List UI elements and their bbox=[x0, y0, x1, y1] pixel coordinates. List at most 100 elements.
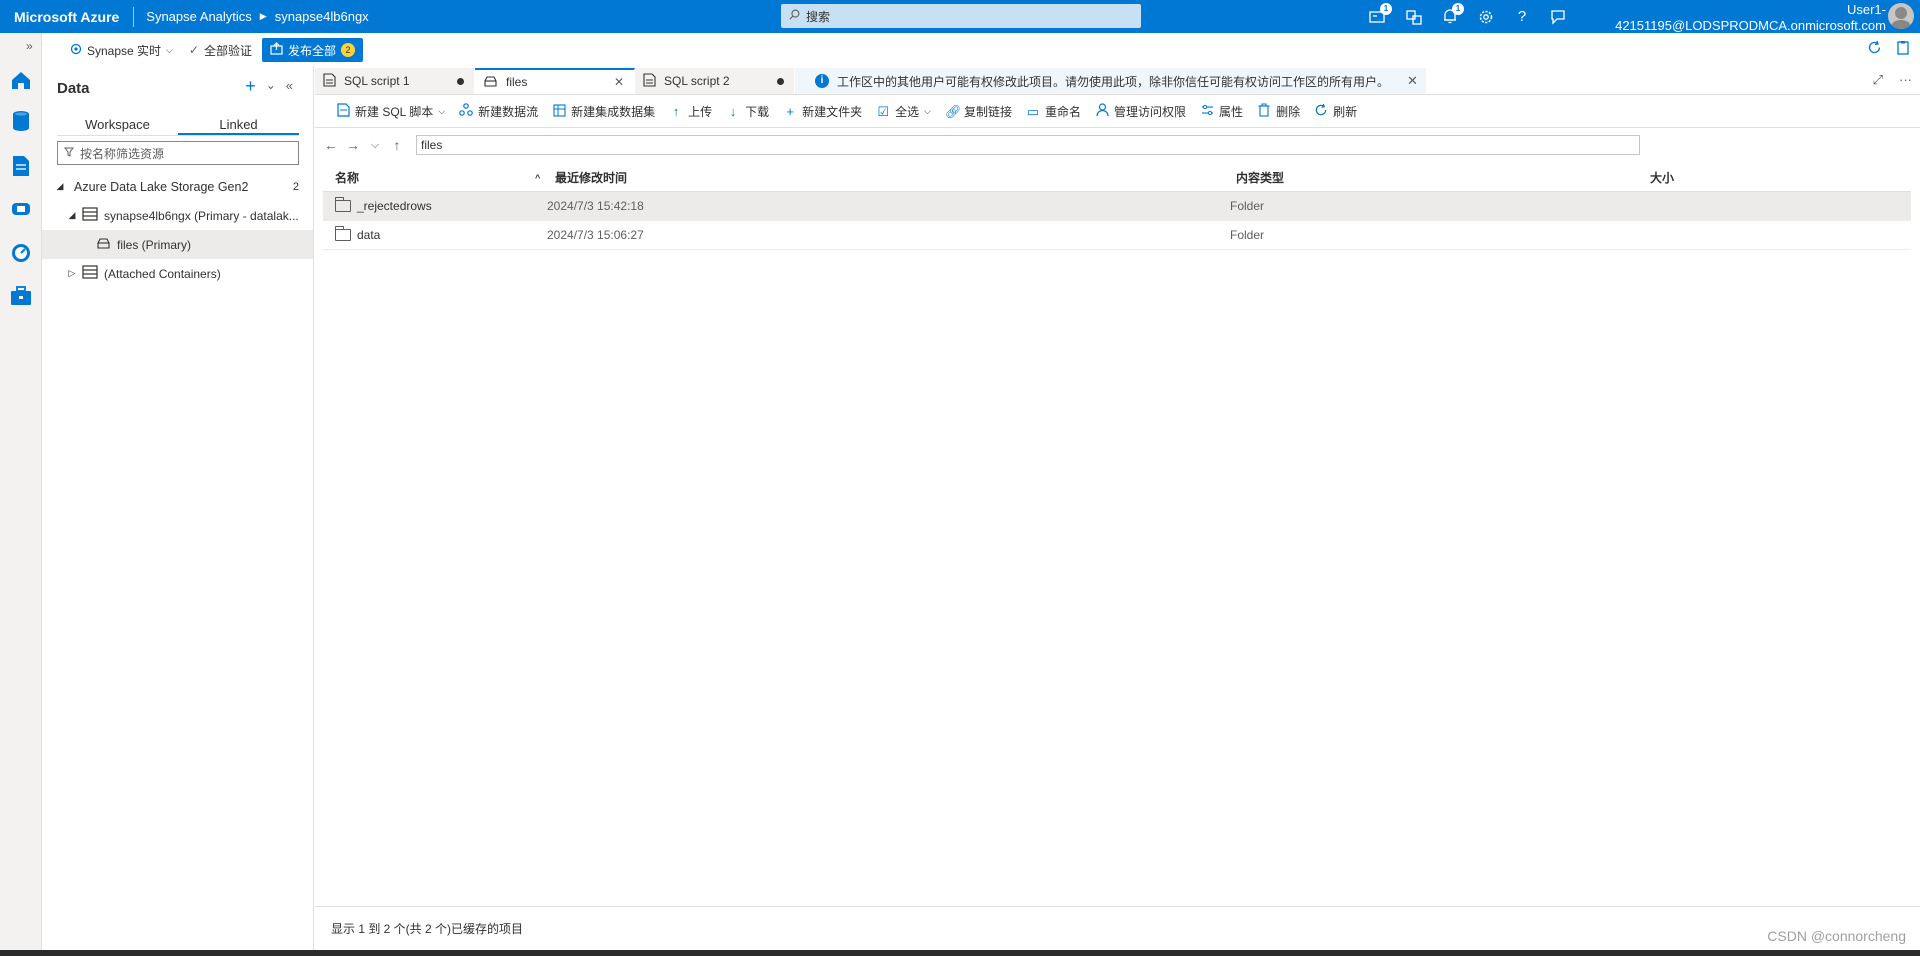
data-hub-icon[interactable] bbox=[8, 108, 34, 134]
caret-expanded-icon[interactable]: ◢ bbox=[66, 210, 78, 221]
delete-button[interactable]: 删除 bbox=[1257, 99, 1300, 125]
table-row[interactable]: _rejectedrows 2024/7/3 15:42:18 Folder bbox=[323, 192, 1911, 221]
column-header-name[interactable]: 名称 bbox=[335, 169, 359, 186]
info-icon: i bbox=[815, 74, 829, 88]
directory-switch-icon[interactable] bbox=[1402, 5, 1426, 29]
close-icon[interactable]: ✕ bbox=[614, 75, 624, 89]
new-sql-script-button[interactable]: 新建 SQL 脚本 ⌵ bbox=[336, 99, 445, 125]
filter-placeholder: 按名称筛选资源 bbox=[80, 146, 165, 161]
maximize-icon[interactable]: ⤢ bbox=[1873, 72, 1883, 88]
new-dataflow-button[interactable]: 新建数据流 bbox=[459, 99, 538, 125]
validate-all-button[interactable]: ✓ 全部验证 bbox=[183, 38, 258, 62]
tab-label: SQL script 1 bbox=[344, 74, 410, 88]
integrate-hub-icon[interactable] bbox=[8, 196, 34, 222]
bell-icon[interactable]: 1 bbox=[1438, 2, 1464, 29]
copy-link-label: 复制链接 bbox=[964, 105, 1013, 119]
column-header-modified[interactable]: 最近修改时间 bbox=[555, 169, 627, 186]
search-input[interactable]: 搜索 bbox=[781, 4, 1141, 28]
develop-hub-icon[interactable] bbox=[8, 153, 34, 179]
table-row[interactable]: data 2024/7/3 15:06:27 Folder bbox=[323, 221, 1911, 250]
clipboard-icon[interactable] bbox=[1896, 40, 1910, 58]
upload-label: 上传 bbox=[688, 105, 713, 119]
properties-button[interactable]: 属性 bbox=[1200, 99, 1243, 125]
monitor-hub-icon[interactable] bbox=[8, 240, 34, 266]
tree-group-count: 2 bbox=[292, 180, 299, 193]
filter-input[interactable]: 按名称筛选资源 bbox=[57, 141, 299, 165]
column-header-size[interactable]: 大小 bbox=[1650, 169, 1674, 186]
tree-item-attached-containers[interactable]: ▷ (Attached Containers) bbox=[42, 259, 313, 288]
refresh-button[interactable]: 刷新 bbox=[1314, 99, 1357, 125]
live-mode-label: Synapse 实时 bbox=[87, 43, 162, 58]
filter-icon bbox=[64, 146, 74, 160]
new-folder-button[interactable]: + 新建文件夹 bbox=[783, 99, 862, 125]
tab-files[interactable]: files ✕ bbox=[475, 68, 635, 94]
download-button[interactable]: ↓ 下载 bbox=[726, 99, 769, 125]
close-icon[interactable]: ✕ bbox=[1407, 73, 1418, 89]
sort-ascending-icon[interactable]: ^ bbox=[535, 173, 540, 183]
file-name-cell: data bbox=[334, 226, 380, 242]
caret-expanded-icon[interactable]: ◢ bbox=[54, 181, 66, 192]
collapse-panel-icon[interactable]: « bbox=[286, 78, 293, 94]
column-header-content-type[interactable]: 内容类型 bbox=[1236, 169, 1284, 186]
download-label: 下载 bbox=[745, 105, 770, 119]
upload-button[interactable]: ↑ 上传 bbox=[669, 99, 712, 125]
avatar[interactable] bbox=[1888, 3, 1914, 29]
file-name[interactable]: _rejectedrows bbox=[357, 199, 432, 213]
live-mode-dropdown[interactable]: Synapse 实时 ⌵ bbox=[64, 38, 179, 62]
up-arrow-icon[interactable]: ↑ bbox=[390, 137, 404, 153]
help-icon[interactable]: ? bbox=[1510, 5, 1534, 29]
forward-arrow-icon[interactable]: → bbox=[346, 137, 360, 153]
tab-linked[interactable]: Linked bbox=[178, 106, 299, 135]
manage-access-button[interactable]: 管理访问权限 bbox=[1095, 99, 1186, 125]
info-message: 工作区中的其他用户可能有权修改此项目。请勿使用此项，除非你信任可能有权访问工作区… bbox=[837, 74, 1390, 89]
tab-sql-script-1[interactable]: SQL script 1 bbox=[315, 68, 475, 94]
gear-icon[interactable] bbox=[1474, 5, 1498, 29]
home-icon[interactable] bbox=[8, 67, 34, 93]
dataflow-icon bbox=[459, 103, 473, 120]
tree-item-storage-account[interactable]: ◢ synapse4lb6ngx (Primary - datalak... bbox=[42, 201, 313, 230]
file-name[interactable]: data bbox=[357, 228, 380, 242]
unsaved-dot-icon bbox=[777, 77, 784, 85]
feedback-icon[interactable] bbox=[1546, 5, 1570, 29]
tree-item-files-container[interactable]: files (Primary) bbox=[42, 230, 313, 259]
sql-script-icon bbox=[643, 72, 656, 90]
collapse-all-icon[interactable]: ⌄ bbox=[266, 78, 276, 94]
breadcrumb-workspace[interactable]: synapse4lb6ngx bbox=[275, 9, 369, 24]
storage-account-label: synapse4lb6ngx (Primary - datalak... bbox=[104, 208, 299, 223]
new-dataset-button[interactable]: 新建集成数据集 bbox=[552, 99, 655, 125]
validate-all-label: 全部验证 bbox=[203, 43, 252, 58]
new-dataset-label: 新建集成数据集 bbox=[571, 105, 656, 119]
brand-logo[interactable]: Microsoft Azure bbox=[0, 6, 135, 27]
trash-icon bbox=[1257, 103, 1271, 120]
copy-link-button[interactable]: 🔗︎ 复制链接 bbox=[945, 99, 1012, 125]
upload-icon: ↑ bbox=[672, 104, 680, 119]
rename-icon: ▭ bbox=[1026, 103, 1040, 119]
add-icon[interactable]: + bbox=[245, 77, 256, 95]
workspace-toolbar: Synapse 实时 ⌵ ✓ 全部验证 发布全部 2 bbox=[42, 36, 1920, 64]
tab-sql-script-2[interactable]: SQL script 2 bbox=[635, 68, 795, 94]
select-all-button[interactable]: ☑ 全选 ⌵ bbox=[876, 99, 931, 125]
grid-header: 名称 ^ 最近修改时间 内容类型 大小 bbox=[323, 164, 1911, 192]
tab-workspace[interactable]: Workspace bbox=[57, 106, 178, 135]
more-options-icon[interactable]: ··· bbox=[1899, 72, 1912, 88]
manage-hub-icon[interactable] bbox=[8, 283, 34, 309]
properties-label: 属性 bbox=[1219, 105, 1244, 119]
download-icon: ↓ bbox=[729, 104, 737, 119]
back-arrow-icon[interactable]: ← bbox=[324, 137, 338, 153]
publish-count-badge: 2 bbox=[340, 43, 355, 57]
breadcrumb-synapse[interactable]: Synapse Analytics bbox=[146, 9, 252, 24]
rename-button[interactable]: ▭ 重命名 bbox=[1026, 99, 1081, 125]
sql-script-icon bbox=[323, 72, 336, 90]
watermark: CSDN @connorcheng bbox=[1767, 928, 1906, 944]
dataset-icon bbox=[552, 103, 566, 120]
tree-group-adls[interactable]: ◢ Azure Data Lake Storage Gen2 2 bbox=[42, 172, 313, 201]
history-dropdown-icon[interactable]: ⌵ bbox=[368, 139, 382, 152]
refresh-icon bbox=[1314, 103, 1328, 120]
publish-all-button[interactable]: 发布全部 2 bbox=[261, 38, 363, 62]
caret-collapsed-icon[interactable]: ▷ bbox=[66, 268, 78, 279]
cloud-shell-icon[interactable]: 1 bbox=[1366, 2, 1392, 29]
tab-label: SQL script 2 bbox=[664, 74, 730, 88]
refresh-icon[interactable] bbox=[1867, 40, 1882, 58]
expand-rail-icon[interactable]: » bbox=[26, 39, 33, 53]
path-input[interactable]: files bbox=[416, 135, 1640, 155]
